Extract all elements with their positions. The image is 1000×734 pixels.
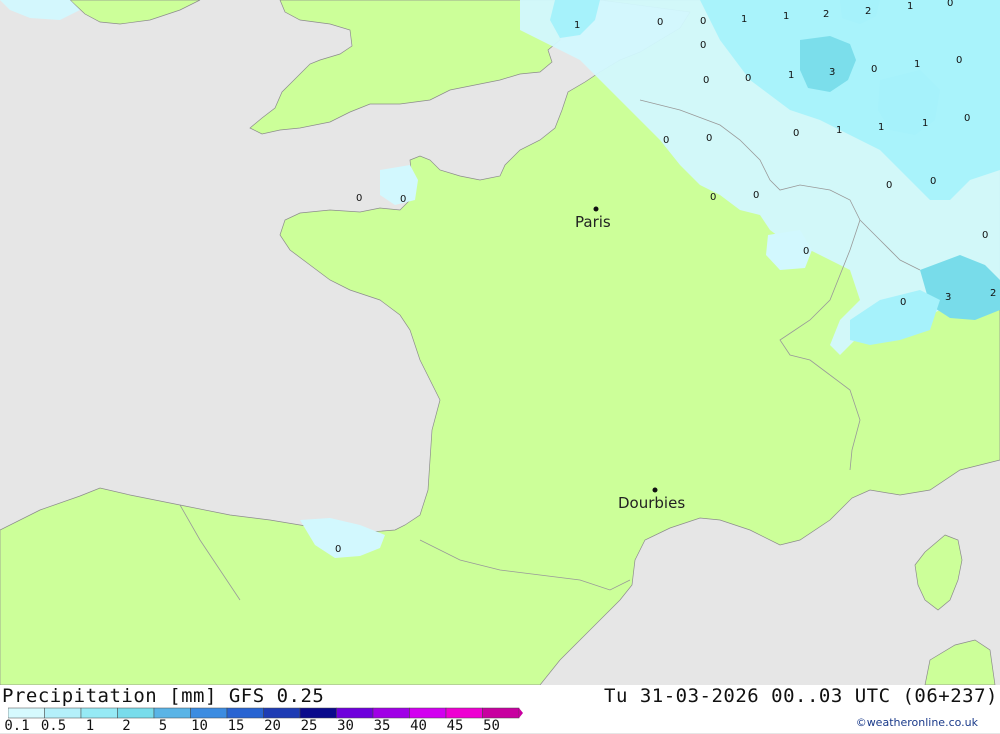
precip-value: 0 [793, 128, 799, 139]
precip-value: 0 [335, 544, 341, 555]
precip-value: 2 [865, 6, 871, 17]
precip-value: 0 [871, 64, 877, 75]
legend-swatch [445, 707, 483, 719]
precip-value: 0 [886, 180, 892, 191]
precip-value: 0 [657, 17, 663, 28]
legend-swatch [372, 707, 410, 719]
legend-tick-label: 10 [191, 718, 208, 734]
legend-tick-label: 35 [373, 718, 391, 734]
place-dot [652, 487, 658, 493]
legend-swatch [153, 707, 191, 719]
precip-value: 0 [700, 16, 706, 27]
precip-value: 1 [574, 20, 580, 31]
precip-value: 1 [878, 122, 884, 133]
precip-value: 0 [930, 176, 936, 187]
precip-value: 1 [836, 125, 842, 136]
precip-value: 0 [803, 246, 809, 257]
legend-tick-label: 0.1 [4, 718, 30, 734]
precip-value: 0 [947, 0, 953, 9]
legend-swatch [226, 707, 264, 719]
map-title: Precipitation [mm] GFS 0.25 [2, 685, 325, 707]
legend-swatch [409, 707, 447, 719]
legend-swatch [8, 707, 45, 719]
legend-tick-label: 20 [264, 718, 281, 734]
legend-tick-label: 30 [337, 718, 354, 734]
legend-swatch [299, 707, 337, 719]
precip-value: 0 [753, 190, 759, 201]
legend-swatch [190, 707, 228, 719]
legend-tick-label: 5 [158, 718, 168, 734]
valid-datetime: Tu 31-03-2026 00..03 UTC (06+237) [604, 685, 998, 707]
precip-value: 0 [900, 297, 906, 308]
legend-tick-label: 45 [446, 718, 464, 734]
precip-value: 0 [745, 73, 751, 84]
legend-swatch [117, 707, 155, 719]
precip-value: 2 [990, 288, 996, 299]
precip-value: 0 [982, 230, 988, 241]
legend-tick-label: 15 [227, 718, 245, 734]
place-dot [593, 206, 599, 212]
precip-value: 1 [907, 1, 913, 12]
legend-tick-label: 50 [483, 718, 500, 734]
place-label: Paris [575, 213, 611, 231]
legend-swatch [44, 707, 82, 719]
precip-value: 0 [710, 192, 716, 203]
precip-value: 0 [964, 113, 970, 124]
precip-value: 3 [945, 292, 951, 303]
legend-swatch [336, 707, 374, 719]
precip-value: 0 [356, 193, 362, 204]
credit-link[interactable]: ©weatheronline.co.uk [856, 716, 978, 729]
precip-value: 1 [741, 14, 747, 25]
precip-value: 0 [706, 133, 712, 144]
precip-value: 0 [956, 55, 962, 66]
precip-value: 1 [783, 11, 789, 22]
legend-arrow [519, 708, 523, 718]
color-scale-ticks: 0.1 0.5 1 2 5 10 15 20 25 30 35 40 45 50 [0, 718, 520, 734]
precip-value: 1 [788, 70, 794, 81]
precip-value: 3 [829, 67, 835, 78]
precip-value: 0 [400, 194, 406, 205]
precip-value: 0 [703, 75, 709, 86]
precip-value: 1 [922, 118, 928, 129]
legend-tick-label: 1 [85, 718, 95, 734]
precip-value: 1 [914, 59, 920, 70]
legend-tick-label: 40 [410, 718, 427, 734]
legend-tick-label: 25 [300, 718, 318, 734]
precipitation-map: Paris Dourbies 1 0 0 1 1 2 2 1 0 0 0 0 1… [0, 0, 1000, 685]
legend-swatch [80, 707, 118, 719]
legend-tick-label: 0.5 [40, 718, 67, 734]
precip-value: 2 [823, 9, 829, 20]
precip-value: 0 [663, 135, 669, 146]
place-label: Dourbies [618, 494, 685, 512]
legend-swatch [263, 707, 301, 719]
legend-swatch [482, 707, 520, 719]
precip-value: 0 [700, 40, 706, 51]
legend-tick-label: 2 [122, 718, 131, 734]
